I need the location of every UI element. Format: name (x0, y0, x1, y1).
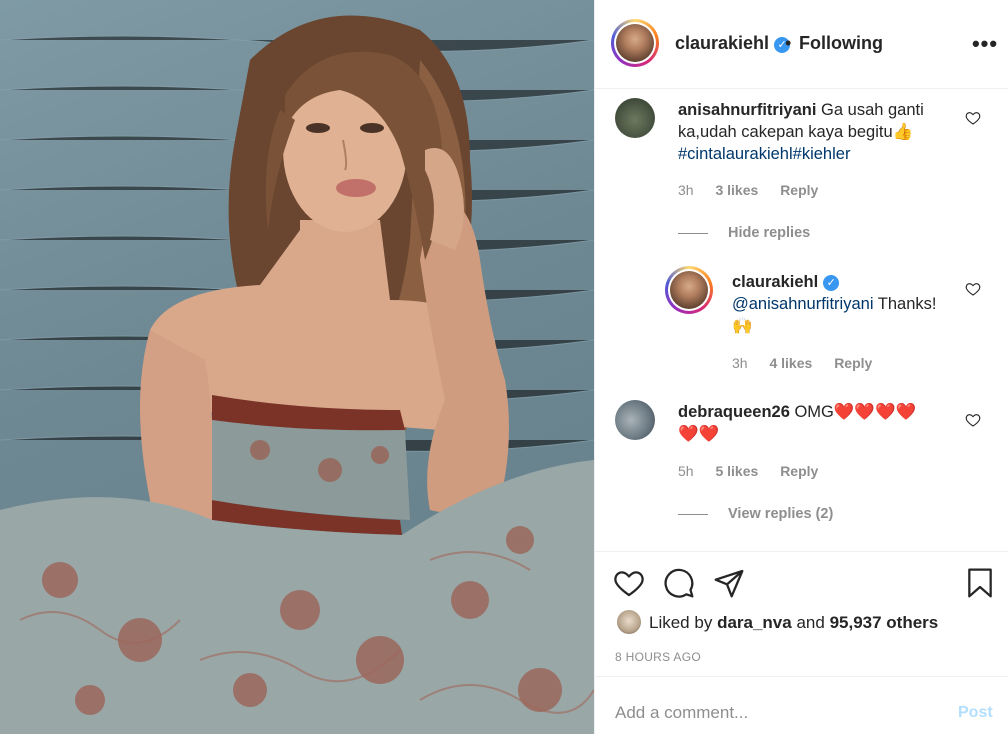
commenter-avatar[interactable] (615, 98, 655, 138)
liked-by-prefix: Liked by (649, 613, 713, 632)
reply-username[interactable]: claurakiehl (732, 273, 818, 291)
comment-time[interactable]: 5h (678, 463, 694, 479)
reply-button[interactable]: Reply (780, 182, 818, 198)
post-comment-button[interactable]: Post (958, 704, 993, 722)
post-header: claurakiehl ✓ • Following ••• (595, 0, 1008, 89)
comment-likes[interactable]: 5 likes (715, 463, 758, 479)
like-comment-heart-icon[interactable] (965, 110, 981, 126)
raised-hands-emoji: 🙌 (732, 317, 753, 335)
liked-by-and: and (796, 613, 825, 632)
following-button[interactable]: Following (799, 33, 883, 54)
hide-replies-button[interactable]: Hide replies (728, 225, 810, 241)
view-replies-button[interactable]: View replies (2) (728, 506, 833, 522)
comment-meta: 5h 5 likes Reply (678, 463, 818, 479)
more-options-icon[interactable]: ••• (971, 30, 999, 58)
like-comment-heart-icon[interactable] (965, 412, 981, 428)
comments-list[interactable]: anisahnurfitriyani Ga usah ganti ka,udah… (595, 90, 1008, 550)
post-photo[interactable] (0, 0, 594, 734)
reply-text: Thanks! (877, 295, 937, 313)
reply-author-avatar[interactable] (665, 266, 713, 314)
like-reply-heart-icon[interactable] (965, 281, 981, 297)
reply-likes[interactable]: 4 likes (769, 355, 812, 371)
comment-time[interactable]: 3h (678, 182, 694, 198)
author-username[interactable]: claurakiehl ✓ (675, 33, 791, 54)
post-actions: Liked by dara_nva and 95,937 others 8 HO… (595, 551, 1008, 681)
hearts-emoji-line2: ❤️❤️ (678, 425, 720, 443)
comment-bubble-icon[interactable] (663, 567, 695, 599)
liked-by-user[interactable]: dara_nva (717, 613, 792, 632)
reply-meta: 3h 4 likes Reply (732, 355, 872, 371)
replies-divider (678, 514, 708, 515)
reply-body: claurakiehl ✓ @anisahnurfitriyani Thanks!… (732, 271, 962, 337)
comment-text: OMG (794, 403, 834, 421)
thumbs-up-emoji: 👍 (892, 123, 914, 141)
comment-composer: Add a comment... Post (595, 676, 1008, 734)
like-heart-icon[interactable] (613, 567, 645, 599)
reply-mention[interactable]: @anisahnurfitriyani (732, 295, 873, 313)
save-bookmark-icon[interactable] (964, 567, 996, 599)
comment-body: debraqueen26 OMG❤️❤️❤️❤️ ❤️❤️ (678, 401, 963, 445)
comment-input[interactable]: Add a comment... (615, 703, 748, 723)
reply-time[interactable]: 3h (732, 355, 748, 371)
replies-divider (678, 233, 708, 234)
comment-hashtags[interactable]: #cintalaurakiehl#kiehler (678, 145, 850, 163)
post-sidebar: claurakiehl ✓ • Following ••• anisahnurfi… (594, 0, 1008, 734)
verified-badge-icon: ✓ (823, 275, 840, 291)
author-avatar[interactable] (611, 19, 659, 67)
post-timestamp[interactable]: 8 HOURS AGO (615, 650, 701, 664)
likes-summary: Liked by dara_nva and 95,937 others (617, 610, 938, 634)
portrait-illustration (0, 15, 594, 734)
liker-avatar[interactable] (617, 610, 641, 634)
reply-reply-button[interactable]: Reply (834, 355, 872, 371)
comment-username[interactable]: anisahnurfitriyani (678, 101, 816, 119)
share-paper-plane-icon[interactable] (713, 567, 745, 599)
comment-body: anisahnurfitriyani Ga usah ganti ka,udah… (678, 99, 968, 165)
commenter-avatar[interactable] (615, 400, 655, 440)
reply-button[interactable]: Reply (780, 463, 818, 479)
separator-dot: • (785, 33, 792, 53)
liked-by-others[interactable]: 95,937 others (830, 613, 939, 632)
hearts-emoji: ❤️❤️❤️❤️ (833, 403, 917, 421)
comment-meta: 3h 3 likes Reply (678, 182, 818, 198)
author-username-text[interactable]: claurakiehl (675, 33, 769, 53)
comment-username[interactable]: debraqueen26 (678, 403, 790, 421)
comment-likes[interactable]: 3 likes (715, 182, 758, 198)
